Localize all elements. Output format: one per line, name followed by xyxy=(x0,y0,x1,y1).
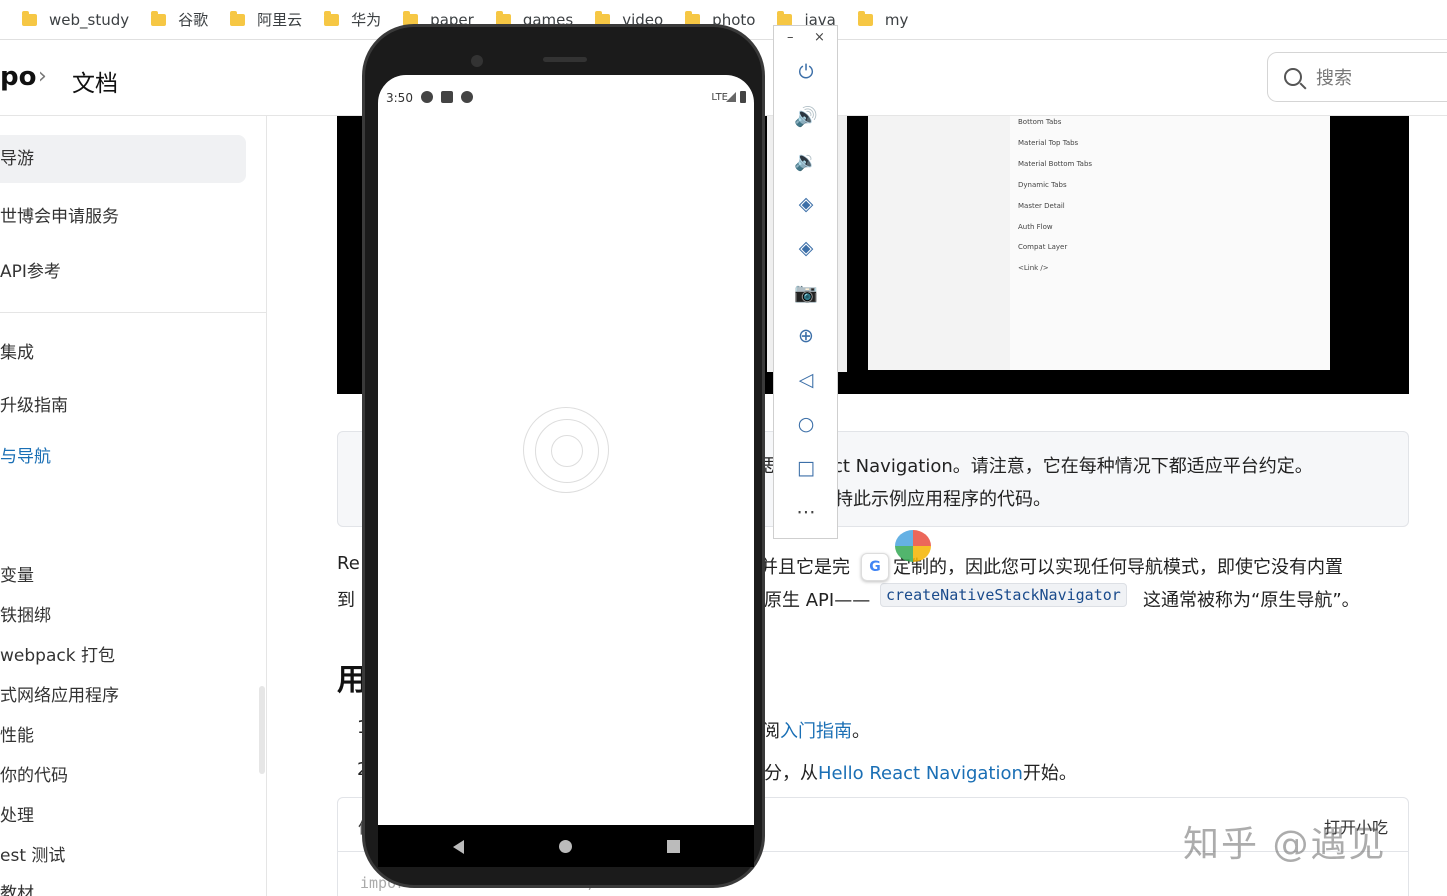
search-input[interactable]: 搜索 xyxy=(1267,52,1447,102)
hero-menu-item: Material Top Tabs xyxy=(1018,139,1079,147)
overview-icon[interactable]: □ xyxy=(794,456,818,480)
hero-menu-item: Compat Layer xyxy=(1018,243,1068,251)
loading-indicator-icon xyxy=(523,407,609,493)
sidebar-divider xyxy=(0,312,266,313)
more-icon[interactable]: ⋯ xyxy=(794,500,818,524)
status-bar: 3:50 LTE xyxy=(378,75,754,115)
hero-menu-item: Dynamic Tabs xyxy=(1018,181,1067,189)
search-icon xyxy=(1284,68,1302,86)
getting-started-link[interactable]: 入门指南 xyxy=(780,721,852,742)
android-emulator-device: 3:50 LTE xyxy=(362,24,765,888)
volume-down-icon[interactable]: 🔉 xyxy=(794,148,818,172)
notification-icon xyxy=(441,91,453,103)
sidebar-item-your-code[interactable]: 你的代码 xyxy=(0,761,68,786)
bookmark-google[interactable]: 谷歌 xyxy=(151,9,208,30)
speaker-grille xyxy=(543,57,587,62)
zoom-icon[interactable]: ⊕ xyxy=(794,324,818,348)
minimize-button[interactable]: – xyxy=(787,30,794,45)
emulator-toolbar: – × ⏻ 🔊 🔉 ◈ ◈ 📷 ⊕ ◁ ○ □ ⋯ xyxy=(773,25,838,539)
sidebar-scrollbar[interactable] xyxy=(259,686,265,774)
code-create-native-stack: createNativeStackNavigator xyxy=(880,583,1127,607)
sidebar-item-webpack[interactable]: webpack 打包 xyxy=(0,641,115,666)
bookmark-my[interactable]: my xyxy=(857,10,908,29)
notification-icon xyxy=(421,91,433,103)
sidebar-item-tutorials[interactable]: 教材 xyxy=(0,879,34,896)
nav-recents-icon[interactable] xyxy=(667,840,680,853)
inline-code: createNativeStackNavigator xyxy=(880,583,1127,607)
sidebar-item-bundling[interactable]: 铁捆绑 xyxy=(0,601,51,626)
signal-icon xyxy=(726,92,736,102)
battery-icon xyxy=(740,91,746,103)
folder-icon xyxy=(22,10,37,26)
android-nav-bar xyxy=(378,825,754,867)
nav-home-icon[interactable] xyxy=(559,840,572,853)
watermark: 知乎 @遇见 xyxy=(1183,824,1387,865)
note-line-1: ct Navigation。请注意，它在每种情况下都适应平台约定。 xyxy=(833,456,1313,477)
hero-menu-item: Material Bottom Tabs xyxy=(1018,160,1093,168)
sidebar: 导游 世博会申请服务 API参考 集成 升级指南 与导航 变量 铁捆绑 webp… xyxy=(0,116,267,896)
folder-icon xyxy=(324,10,340,26)
camera-dot xyxy=(471,55,483,67)
paragraph-line-2-end: 这通常被称为“原生导航”。 xyxy=(1143,590,1360,611)
sidebar-item-pwa[interactable]: 式网络应用程序 xyxy=(0,681,119,706)
sidebar-item-variables[interactable]: 变量 xyxy=(0,561,34,586)
floating-ball-icon[interactable] xyxy=(895,530,931,562)
bookmark-huawei[interactable]: 华为 xyxy=(324,9,381,30)
folder-icon xyxy=(230,10,246,26)
folder-icon xyxy=(777,10,793,26)
notification-icon xyxy=(461,91,473,103)
folder-icon xyxy=(151,10,167,26)
hero-menu-item: Bottom Tabs xyxy=(1018,118,1062,126)
step-1-text: 阅入门指南。 xyxy=(762,721,870,742)
sidebar-item-integration[interactable]: 集成 xyxy=(0,338,34,363)
hero-menu-item: Master Detail xyxy=(1018,202,1065,210)
sidebar-item-performance[interactable]: 性能 xyxy=(0,721,34,746)
emulator-screen[interactable]: 3:50 LTE xyxy=(378,75,754,825)
bookmark-aliyun[interactable]: 阿里云 xyxy=(230,9,302,30)
back-icon[interactable]: ◁ xyxy=(794,368,818,392)
breadcrumb-separator: › xyxy=(38,64,47,89)
hero-menu-item: Auth Flow xyxy=(1018,223,1053,231)
hero-menu-item: <Link /> xyxy=(1018,264,1049,272)
sidebar-item-api-reference[interactable]: API参考 xyxy=(0,257,61,282)
volume-up-icon[interactable]: 🔊 xyxy=(794,104,818,128)
rotate-right-icon[interactable]: ◈ xyxy=(794,236,818,260)
sidebar-item-upgrade-guide[interactable]: 升级指南 xyxy=(0,391,68,416)
paragraph-line-2-mid: 原生 API—— xyxy=(764,590,871,611)
nav-back-icon[interactable] xyxy=(453,840,464,854)
translate-icon[interactable]: G xyxy=(861,553,889,581)
bookmark-web-study[interactable]: web_study xyxy=(22,10,129,29)
folder-icon xyxy=(857,10,873,26)
breadcrumb-docs[interactable]: 文档 xyxy=(72,64,118,98)
camera-icon[interactable]: 📷 xyxy=(794,280,818,304)
paragraph-line-1-mid: 并且它是完 xyxy=(760,557,850,578)
note-line-2: 持此示例应用程序的代码。 xyxy=(835,489,1051,510)
paragraph-line-1-start: Re xyxy=(337,553,360,574)
sidebar-item-handling[interactable]: 处理 xyxy=(0,801,34,826)
sidebar-item-expo-services[interactable]: 世博会申请服务 xyxy=(0,202,119,227)
status-time: 3:50 xyxy=(386,91,413,105)
sidebar-item-navigation[interactable]: 与导航 xyxy=(0,442,51,467)
step-2-text: 分，从Hello React Navigation开始。 xyxy=(764,763,1077,784)
rotate-left-icon[interactable]: ◈ xyxy=(794,192,818,216)
search-placeholder: 搜索 xyxy=(1316,68,1352,89)
hello-react-navigation-link[interactable]: Hello React Navigation xyxy=(818,763,1023,784)
paragraph-line-2-start: 到 xyxy=(337,590,355,611)
power-icon[interactable]: ⏻ xyxy=(794,60,818,84)
sidebar-item-jest-testing[interactable]: est 测试 xyxy=(0,841,65,866)
hero-card: Bottom Tabs Material Top Tabs Material B… xyxy=(868,116,1330,370)
close-button[interactable]: × xyxy=(814,30,825,45)
paragraph-line-1-end: 定制的，因此您可以实现任何导航模式，即使它没有内置 xyxy=(893,557,1343,578)
sidebar-item-guide[interactable]: 导游 xyxy=(0,135,246,183)
home-icon[interactable]: ○ xyxy=(794,412,818,436)
site-logo[interactable]: po xyxy=(0,62,36,92)
